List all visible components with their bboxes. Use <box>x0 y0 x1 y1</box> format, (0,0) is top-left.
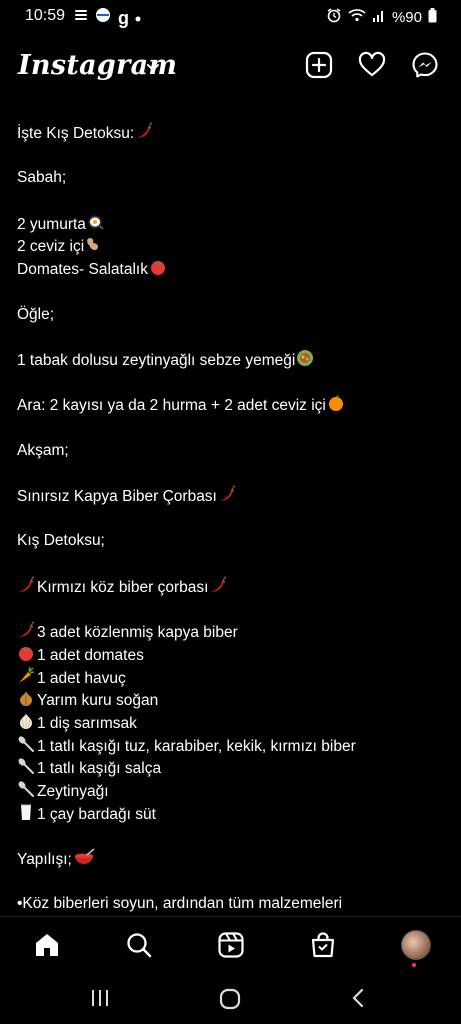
g-app-icon: g <box>118 7 129 28</box>
app-badge-icon <box>94 8 112 27</box>
alarm-icon <box>326 7 342 27</box>
salad-icon <box>296 349 314 375</box>
caption-text: Sınırsız Kapya Biber Çorbası <box>17 488 217 505</box>
caption-line: İşte Kış Detoksu: <box>17 122 447 145</box>
back-icon[interactable] <box>350 988 366 1013</box>
caption-line: 1 diş sarımsak <box>17 712 447 735</box>
chevron-down-icon[interactable] <box>146 60 160 78</box>
chili-pepper-icon <box>17 576 35 602</box>
caption-text: 1 tatlı kaşığı tuz, karabiber, kekik, kı… <box>37 737 356 755</box>
caption-line: 1 tabak dolusu zeytinyağlı sebze yemeği <box>17 349 447 372</box>
status-time: 10:59 <box>25 7 66 24</box>
notification-stack-icon <box>74 8 88 27</box>
caption-text: Öğle; <box>17 305 55 323</box>
caption-line: 2 ceviz içi <box>17 235 447 258</box>
reels-icon[interactable] <box>217 931 245 959</box>
tomato-icon <box>149 258 167 284</box>
caption-text: Yapılışı; <box>17 851 72 868</box>
caption-line: Yarım kuru soğan <box>17 689 447 712</box>
caption-text: Ara: 2 kayısı ya da 2 hurma + 2 adet cev… <box>17 397 326 415</box>
heart-icon[interactable] <box>358 51 386 79</box>
chili-pepper-icon <box>135 122 153 148</box>
caption-line: Kış Detoksu; <box>17 530 447 553</box>
caption-text: 1 diş sarımsak <box>37 714 137 732</box>
post-caption: İşte Kış Detoksu: Sabah; 2 yumurta 2 ceviz … <box>17 122 447 916</box>
battery-text: %90 <box>391 8 422 26</box>
status-bar: 10:59 g %90 <box>0 0 461 34</box>
tangerine-icon <box>327 394 345 420</box>
soup-bowl-icon <box>73 848 95 874</box>
caption-line: 1 çay bardağı süt <box>17 803 447 826</box>
caption-line: Domates- Salatalık <box>17 258 447 281</box>
search-icon[interactable] <box>125 931 153 959</box>
home-button-icon[interactable] <box>219 988 241 1015</box>
caption-line: 1 adet domates <box>17 644 447 667</box>
dot-icon <box>135 9 141 27</box>
milk-glass-icon <box>17 803 35 829</box>
caption-line: •Köz biberleri soyun, ardından tüm malze… <box>17 893 447 916</box>
new-post-icon[interactable] <box>305 51 333 79</box>
caption-text: 3 adet közlenmiş kapya biber <box>37 624 238 642</box>
caption-text: İşte Kış Detoksu: <box>17 125 135 142</box>
caption-text: Sabah; <box>17 169 67 187</box>
caption-line: 1 tatlı kaşığı salça <box>17 757 447 780</box>
caption-text: Domates- Salatalık <box>17 261 148 279</box>
caption-line: Yapılışı; <box>17 848 447 871</box>
system-nav-bar <box>0 972 461 1024</box>
caption-text: 1 tatlı kaşığı salça <box>37 760 162 778</box>
caption-line: Sınırsız Kapya Biber Çorbası <box>17 485 447 508</box>
battery-icon <box>428 7 437 27</box>
caption-text: 1 adet domates <box>37 646 144 664</box>
caption-text: 1 tabak dolusu zeytinyağlı sebze yemeği <box>17 351 296 369</box>
caption-text: 2 ceviz içi <box>17 238 85 256</box>
caption-text: 1 adet havuç <box>37 669 126 687</box>
chili-pepper-icon <box>218 485 236 511</box>
caption-line: 1 tatlı kaşığı tuz, karabiber, kekik, kı… <box>17 735 447 758</box>
caption-line: 3 adet közlenmiş kapya biber <box>17 621 447 644</box>
signal-icon <box>372 8 386 26</box>
chili-pepper-icon <box>209 576 227 602</box>
caption-text: 1 çay bardağı süt <box>37 805 156 823</box>
caption-text: Zeytinyağı <box>37 782 109 800</box>
profile-avatar[interactable] <box>401 930 431 960</box>
caption-line: Kırmızı köz biber çorbası <box>17 576 447 599</box>
home-icon[interactable] <box>33 931 61 959</box>
messenger-icon[interactable] <box>411 51 439 79</box>
caption-line: Ara: 2 kayısı ya da 2 hurma + 2 adet cev… <box>17 394 447 417</box>
notification-dot <box>412 963 416 967</box>
shop-icon[interactable] <box>309 931 337 959</box>
caption-text: •Köz biberleri soyun, ardından tüm malze… <box>17 895 343 913</box>
caption-text: 2 yumurta <box>17 215 86 233</box>
caption-line: 2 yumurta <box>17 213 447 236</box>
caption-text: Yarım kuru soğan <box>37 692 159 710</box>
caption-line: Öğle; <box>17 304 447 327</box>
bottom-tab-bar <box>0 916 461 973</box>
caption-line: Sabah; <box>17 167 447 190</box>
caption-line: Akşam; <box>17 440 447 463</box>
caption-line: Zeytinyağı <box>17 780 447 803</box>
caption-text: Kırmızı köz biber çorbası <box>37 578 209 596</box>
caption-line: 1 adet havuç <box>17 666 447 690</box>
caption-text: Akşam; <box>17 441 69 459</box>
recent-apps-icon[interactable] <box>90 988 110 1013</box>
app-header: Instagram <box>0 44 461 94</box>
caption-text: Kış Detoksu; <box>17 532 105 550</box>
wifi-icon <box>348 8 366 26</box>
